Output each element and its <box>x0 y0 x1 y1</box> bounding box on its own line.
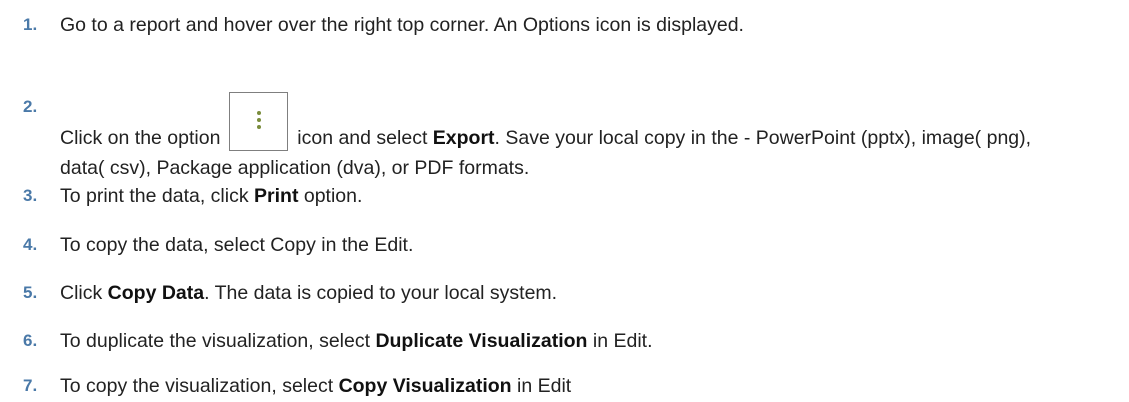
step-number: 3. <box>23 186 38 205</box>
duplicate-visualization-label: Duplicate Visualization <box>375 330 588 352</box>
step-text-run: . The data is copied to your local syste… <box>204 282 558 304</box>
step-text: Click Copy Data. The data is copied to y… <box>60 278 1080 308</box>
step-text-run: Click <box>60 282 108 304</box>
step-text: Click on the option icon and select Expo… <box>60 92 1080 183</box>
step-text-run: To copy the visualization, select <box>60 375 339 397</box>
step-text-run: To print the data, click <box>60 185 255 207</box>
step-text: To duplicate the visualization, select D… <box>60 326 1080 356</box>
step-text-run: option. <box>298 185 363 207</box>
step-number: 6. <box>23 331 38 350</box>
step-text-run: Click on the option <box>60 127 226 149</box>
step-text-run: in Edit. <box>587 330 653 352</box>
step-text-run: Go to a report and hover over the right … <box>60 14 744 36</box>
step-text-run: icon and select <box>291 127 433 149</box>
step-number: 1. <box>23 15 38 34</box>
step-text-run: To copy the data, select Copy in the Edi… <box>60 234 414 256</box>
export-label: Export <box>432 127 495 149</box>
step-text: To print the data, click Print option. <box>60 181 1080 211</box>
step-text: To copy the visualization, select Copy V… <box>60 371 1080 401</box>
print-label: Print <box>254 185 299 207</box>
instruction-steps: 1. Go to a report and hover over the rig… <box>0 0 1129 402</box>
icon-dot <box>256 111 261 115</box>
step-text-run: To duplicate the visualization, select <box>60 330 376 352</box>
vertical-ellipsis-options-icon <box>228 92 288 151</box>
step-number: 2. <box>23 97 38 116</box>
icon-dot <box>256 118 261 122</box>
icon-dot <box>256 125 261 129</box>
step-number: 4. <box>23 235 38 254</box>
step-number: 7. <box>23 376 38 395</box>
step-text: Go to a report and hover over the right … <box>60 10 1080 40</box>
copy-data-label: Copy Data <box>107 282 205 304</box>
copy-visualization-label: Copy Visualization <box>338 375 512 397</box>
step-number: 5. <box>23 283 38 302</box>
step-text-run: in Edit <box>511 375 572 397</box>
step-text: To copy the data, select Copy in the Edi… <box>60 230 1080 260</box>
